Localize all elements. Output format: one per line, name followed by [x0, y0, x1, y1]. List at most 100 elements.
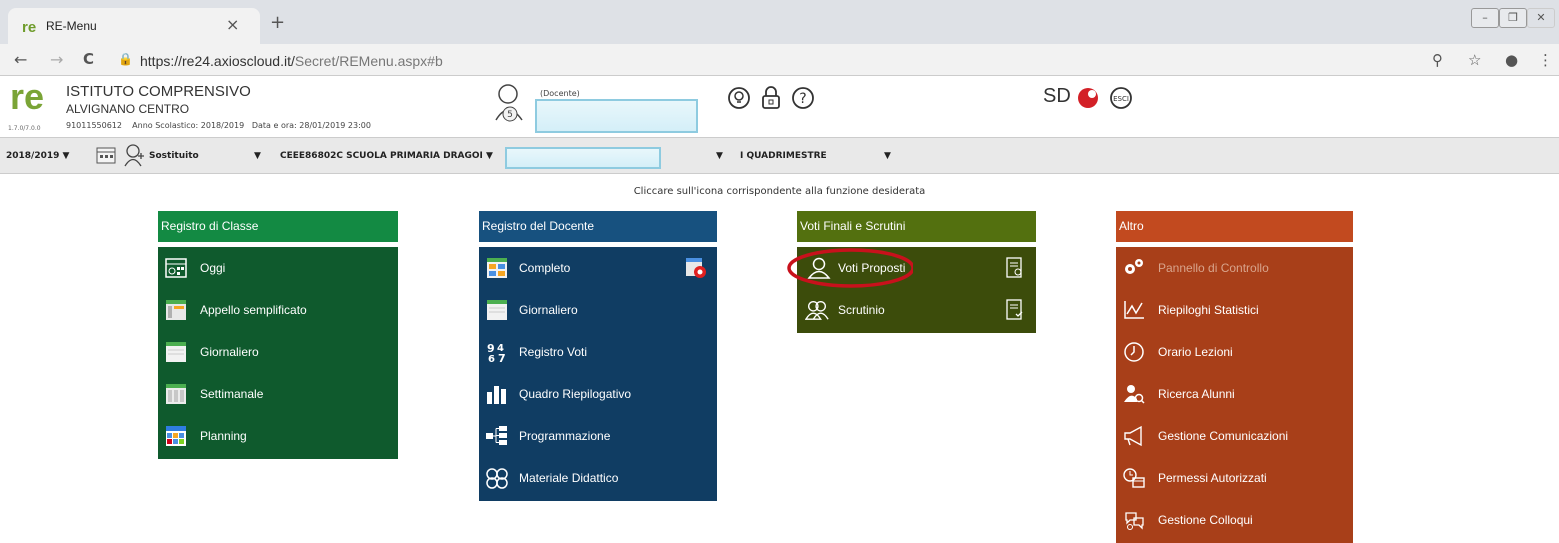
menu-item-planning[interactable]: Planning	[158, 415, 398, 457]
sd-logo: SD	[1043, 85, 1071, 107]
menu-item-gestione-comunicazioni[interactable]: Gestione Comunicazioni	[1116, 415, 1353, 457]
sostituito-label: Sostituito	[149, 151, 199, 161]
grid-sheet-icon	[487, 258, 507, 278]
tab-close-icon[interactable]: ×	[226, 15, 239, 34]
register-sheet-icon	[166, 300, 186, 320]
browser-tab[interactable]: re RE-Menu ×	[8, 8, 260, 44]
reload-button[interactable]: C	[83, 50, 94, 68]
calendar-icon[interactable]	[95, 145, 117, 165]
period-caret-2[interactable]: ▼	[884, 151, 891, 161]
menu-item-quadro-riepilogativo[interactable]: Quadro Riepilogativo	[479, 373, 717, 415]
panel-title: Voti Finali e Scrutini	[797, 211, 1036, 247]
menu-icon[interactable]: ⋮	[1538, 51, 1553, 69]
menu-item-pannello-controllo: Pannello di Controllo	[1116, 247, 1353, 289]
gears-icon	[1125, 259, 1143, 274]
svg-text:7: 7	[498, 352, 506, 363]
year-select[interactable]: 2018/2019 ▼	[6, 151, 69, 161]
svg-text:ESCI: ESCI	[1113, 95, 1129, 103]
line-chart-icon	[1124, 301, 1144, 319]
panel-title: Registro di Classe	[158, 211, 398, 247]
url-text: https://re24.axioscloud.it/Secret/REMenu…	[140, 53, 443, 69]
megaphone-icon	[1124, 425, 1142, 447]
close-window-icon[interactable]: ✕	[1527, 8, 1555, 28]
menu-item-voti-proposti[interactable]: Voti Proposti	[787, 247, 1036, 289]
header-meta: 91011550612 Anno Scolastico: 2018/2019 D…	[66, 121, 371, 130]
highlight-circle	[787, 248, 913, 288]
period-select[interactable]: I QUADRIMESTRE	[740, 151, 827, 161]
svg-text:?: ?	[799, 91, 806, 107]
menu-item-settimanale[interactable]: Settimanale	[158, 373, 398, 415]
panel-title: Registro del Docente	[479, 211, 717, 247]
menu-item-riepiloghi-statistici[interactable]: Riepiloghi Statistici	[1116, 289, 1353, 331]
panel-registro-classe: Registro di Classe Oggi Appello semplifi…	[158, 211, 398, 459]
menu-item-completo[interactable]: Completo	[479, 247, 717, 289]
menu-item-gestione-colloqui[interactable]: Gestione Colloqui	[1116, 499, 1353, 541]
re-logo: re	[10, 76, 45, 117]
menu-item-ricerca-alunni[interactable]: Ricerca Alunni	[1116, 373, 1353, 415]
period-caret[interactable]: ▼	[716, 151, 723, 161]
menu-item-oggi[interactable]: Oggi	[158, 247, 398, 289]
app-header: re 1.7.0/7.0.0 ISTITUTO COMPRENSIVO ALVI…	[0, 77, 1559, 137]
school-name: ISTITUTO COMPRENSIVO	[66, 83, 251, 100]
chat-users-icon	[1125, 512, 1144, 530]
esci-button[interactable]: ESCI	[1108, 85, 1134, 111]
menu-item-materiale-didattico[interactable]: Materiale Didattico	[479, 457, 717, 499]
docente-label: (Docente)	[540, 89, 580, 98]
forward-button[interactable]: →	[50, 50, 63, 69]
panel-title: Altro	[1116, 211, 1353, 247]
instruction-text: Cliccare sull'icona corrispondente alla …	[633, 186, 926, 197]
school-place: ALVIGNANO CENTRO	[66, 102, 190, 116]
daily-sheet-icon	[166, 342, 186, 362]
menu-item-programmazione[interactable]: Programmazione	[479, 415, 717, 457]
back-button[interactable]: ←	[14, 50, 27, 69]
sheet-target-icon[interactable]	[685, 257, 707, 279]
sostituito-caret[interactable]: ▼	[254, 151, 261, 161]
document-check-icon[interactable]	[1004, 299, 1026, 321]
account-icon[interactable]: ●	[1505, 51, 1518, 69]
grades-numbers-icon: 9 46 7	[487, 342, 506, 363]
users-outline-icon	[805, 301, 829, 320]
user-search-icon	[1124, 385, 1145, 404]
panel-altro: Altro Pannello di Controllo Riepiloghi S…	[1116, 211, 1353, 543]
svg-text:5: 5	[507, 110, 513, 120]
new-tab-button[interactable]: +	[270, 12, 285, 33]
url-input[interactable]: 🔒 https://re24.axioscloud.it/Secret/REMe…	[112, 48, 1412, 73]
user-icon[interactable]: 5	[494, 82, 526, 122]
favicon-icon: re	[22, 19, 37, 36]
menu-item-permessi-autorizzati[interactable]: Permessi Autorizzati	[1116, 457, 1353, 499]
menu-item-giornaliero-docente[interactable]: Giornaliero	[479, 289, 717, 331]
clock-icon	[1124, 342, 1144, 362]
minimize-icon[interactable]: –	[1471, 8, 1499, 28]
bar-chart-icon	[487, 386, 506, 404]
help-icon[interactable]: ?	[790, 85, 816, 111]
class-select-field[interactable]	[505, 147, 661, 169]
menu-item-giornaliero[interactable]: Giornaliero	[158, 331, 398, 373]
lock-icon: 🔒	[118, 52, 133, 66]
bookmark-star-icon[interactable]: ☆	[1468, 51, 1481, 69]
menu-item-orario-lezioni[interactable]: Orario Lezioni	[1116, 331, 1353, 373]
menu-item-appello-semplificato[interactable]: Appello semplificato	[158, 289, 398, 331]
zoom-icon[interactable]: ⚲	[1432, 51, 1443, 69]
tab-title: RE-Menu	[46, 19, 97, 33]
maximize-icon[interactable]: ❐	[1499, 8, 1527, 28]
clock-calendar-icon	[1123, 468, 1145, 488]
version: 1.7.0/7.0.0	[8, 125, 41, 132]
lock-icon[interactable]	[758, 85, 784, 111]
school-select[interactable]: CEEE86802C SCUOLA PRIMARIA DRAGOI ▼	[280, 151, 493, 161]
svg-text:6: 6	[488, 354, 495, 363]
menu-item-registro-voti[interactable]: 9467 Registro Voti	[479, 331, 717, 373]
panel-voti-finali: Voti Finali e Scrutini Voti Proposti Scr…	[787, 211, 1036, 333]
menu-item-scrutinio[interactable]: Scrutinio	[797, 289, 1036, 331]
puzzle-gears-icon	[486, 468, 508, 489]
address-bar: ← → C 🔒 https://re24.axioscloud.it/Secre…	[0, 44, 1559, 76]
docente-name-field	[535, 99, 698, 133]
browser-tabbar: re RE-Menu × + – ❐ ✕	[0, 0, 1559, 44]
lightbulb-icon[interactable]	[726, 85, 752, 111]
document-user-icon[interactable]	[1004, 257, 1026, 279]
calendar-today-icon	[165, 258, 187, 278]
daily-sheet-icon	[487, 300, 507, 320]
panel-registro-docente: Registro del Docente Completo Giornalier…	[479, 211, 717, 501]
substitute-user-icon	[124, 144, 144, 167]
planning-grid-icon	[166, 426, 186, 446]
filter-toolbar: 2018/2019 ▼ Sostituito ▼ CEEE86802C SCUO…	[0, 137, 1559, 174]
